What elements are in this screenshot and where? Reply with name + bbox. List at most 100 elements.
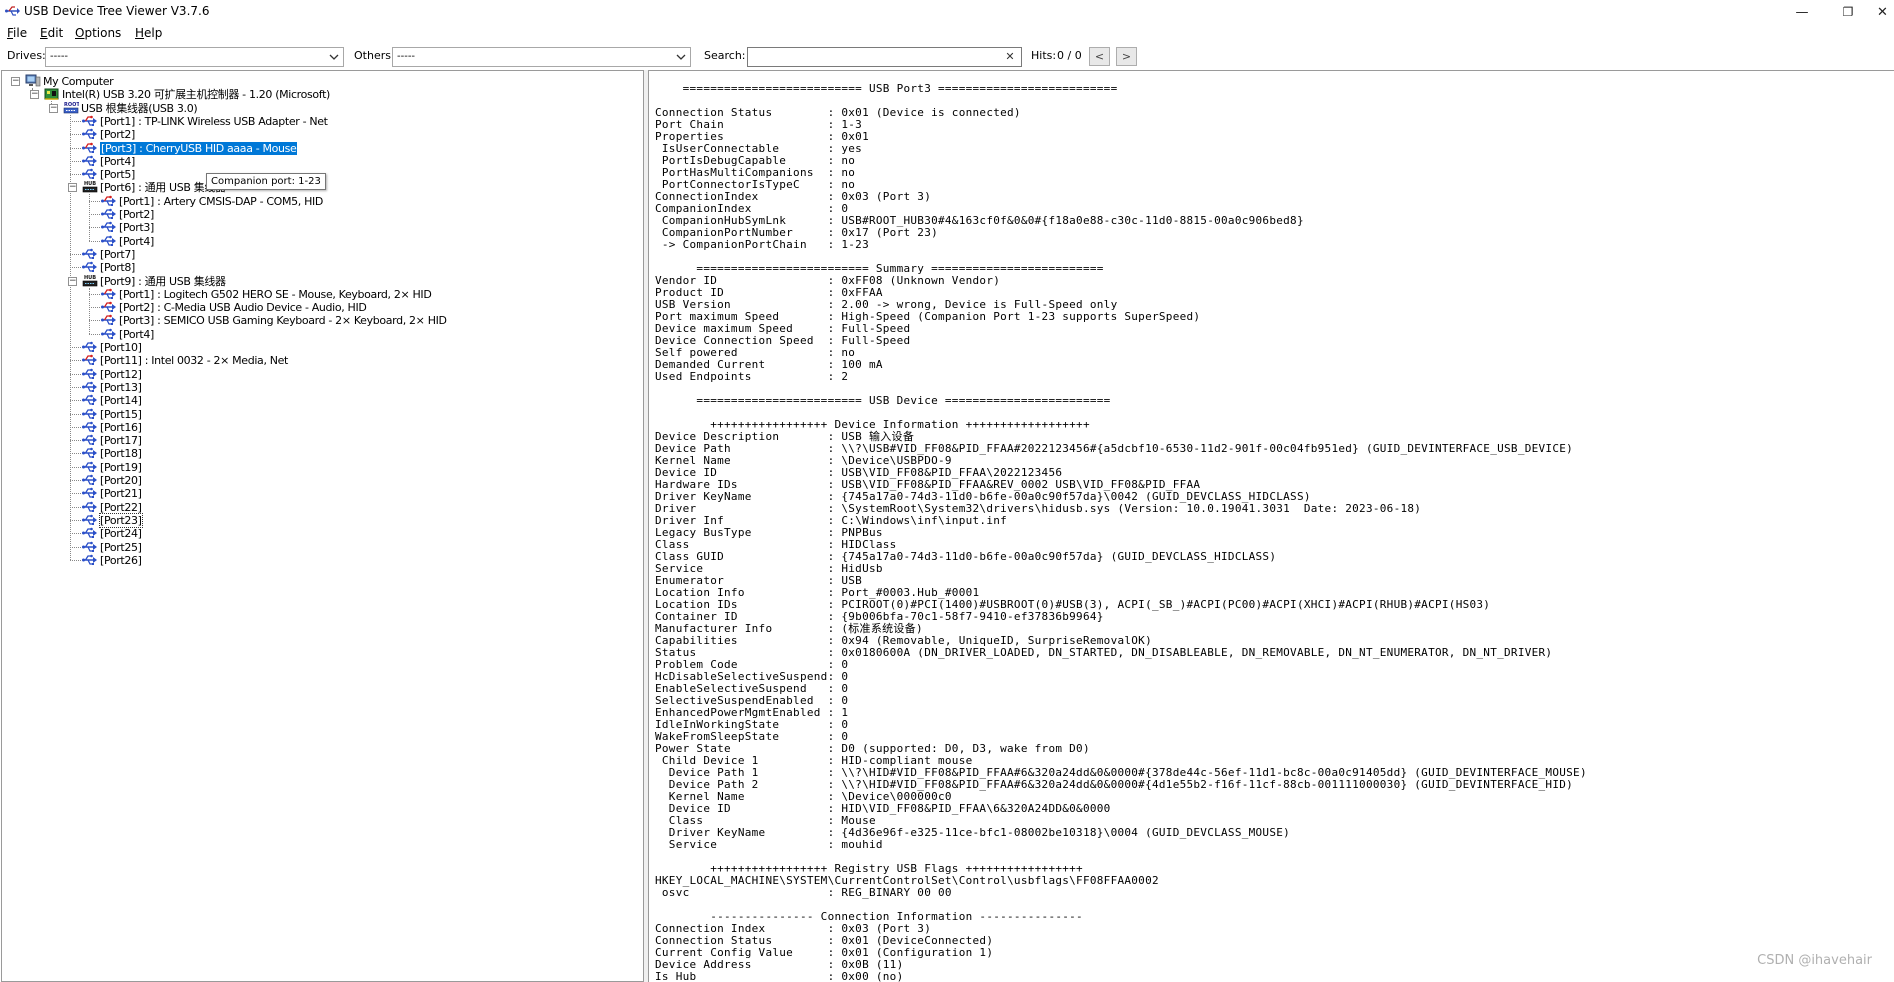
tree-node-label: [Port23] <box>99 512 143 528</box>
device-tree[interactable]: − My Computer − Intel(R) USB 3.20 可扩展主机控制器 … <box>1 70 644 982</box>
tree-node-label: [Port4] <box>100 154 135 168</box>
next-hit-button[interactable]: > <box>1116 47 1137 66</box>
menu-edit[interactable]: Edit <box>40 26 63 41</box>
tree-node[interactable]: [Port26] <box>2 553 642 568</box>
tree-node-label: [Port20] <box>100 474 142 487</box>
tree-node-label: [Port4] <box>119 327 154 341</box>
tree-node-label: [Port1] : TP-LINK Wireless USB Adapter -… <box>100 114 328 128</box>
tree-node-label: [Port15] <box>100 407 142 421</box>
watermark: CSDN @ihavehair <box>1757 953 1872 968</box>
hub-icon: HUB <box>82 180 98 194</box>
others-dropdown[interactable]: ----- <box>392 47 691 67</box>
tree-node-label: [Port12] <box>100 367 142 381</box>
close-icon: ✕ <box>1877 4 1888 20</box>
companion-port-tooltip: Companion port: 1-23 <box>206 173 326 190</box>
search-label: Search: <box>704 49 746 62</box>
collapse-toggle-icon[interactable]: − <box>30 90 39 100</box>
tree-node-label: [Port18] <box>100 447 142 461</box>
tree-node-label: My Computer <box>43 75 114 88</box>
usb-port-icon <box>82 446 98 460</box>
collapse-toggle-icon[interactable]: − <box>11 77 20 86</box>
tree-node-label: [Port1] : Artery CMSIS-DAP - COM5, HID <box>119 194 323 208</box>
tree-node-label: [Port24] <box>100 527 142 541</box>
collapse-toggle-icon[interactable]: − <box>49 103 58 113</box>
svg-text:ROOT: ROOT <box>64 102 79 108</box>
minimize-button[interactable]: — <box>1779 0 1825 24</box>
root-hub-icon: ROOT <box>63 101 80 115</box>
tree-node-label: [Port13] <box>100 380 142 394</box>
tree-node-label: [Port22] <box>100 500 142 514</box>
detail-line: ======================== USB Device ====… <box>655 394 1111 407</box>
tree-node-label: [Port5] <box>100 168 135 182</box>
usb-device-icon <box>82 141 98 155</box>
clear-search-icon[interactable]: ✕ <box>1003 49 1017 63</box>
tree-node-label: [Port25] <box>100 540 142 554</box>
hits-label: Hits: <box>1031 49 1057 62</box>
usb-device-icon <box>82 353 98 367</box>
usb-port-icon <box>82 526 98 540</box>
detail-line: Used Endpoints : 2 <box>655 370 849 383</box>
close-button[interactable]: ✕ <box>1871 0 1894 24</box>
tree-node-label: [Port2] <box>100 128 135 142</box>
usb-port-icon <box>82 553 98 567</box>
title-bar: USB Device Tree Viewer V3.7.6 — ❐ ✕ <box>0 0 1894 24</box>
maximize-icon: ❐ <box>1842 5 1854 19</box>
usb-device-icon <box>101 313 117 327</box>
tree-node-label: [Port14] <box>100 394 142 408</box>
tree-node-label: [Port7] <box>100 247 135 261</box>
computer-icon <box>25 74 41 88</box>
usb-port-icon <box>82 460 98 474</box>
host-controller-icon <box>44 87 60 101</box>
detail-line: ========================== USB Port3 ===… <box>655 82 1118 95</box>
arrow-right-icon: > <box>1121 50 1132 63</box>
tree-node-label: [Port3] : SEMICO USB Gaming Keyboard - 2… <box>119 314 447 328</box>
menu-help[interactable]: Help <box>135 26 162 41</box>
usb-port-icon <box>82 380 98 394</box>
usb-port-icon <box>82 167 98 181</box>
usb-port-icon <box>101 327 117 341</box>
usb-port-icon <box>82 473 98 487</box>
usb-port-icon <box>82 127 98 141</box>
menu-file[interactable]: File <box>7 26 27 41</box>
menu-options[interactable]: Options <box>75 26 121 41</box>
usb-device-icon <box>101 300 117 314</box>
previous-hit-button[interactable]: < <box>1089 47 1110 66</box>
tree-node-label: [Port17] <box>100 434 142 448</box>
usb-port-icon <box>82 154 98 168</box>
usb-port-icon <box>82 407 98 421</box>
others-value: ----- <box>397 51 416 62</box>
tree-node-label: [Port1] : Logitech G502 HERO SE - Mouse,… <box>119 287 432 301</box>
maximize-button[interactable]: ❐ <box>1825 0 1871 24</box>
tree-node-label: [Port21] <box>100 487 142 501</box>
drives-dropdown[interactable]: ----- <box>45 47 344 67</box>
hits-value: 0 / 0 <box>1057 49 1082 62</box>
usb-port-icon <box>82 247 98 261</box>
usb-port-icon <box>82 500 98 514</box>
search-input[interactable] <box>747 47 1022 67</box>
usb-port-icon <box>82 393 98 407</box>
usb-port-icon <box>82 433 98 447</box>
usb-port-icon <box>101 220 117 234</box>
tree-node-label: [Port16] <box>100 420 142 434</box>
detail-line: Service : mouhid <box>655 838 883 851</box>
collapse-toggle-icon[interactable]: − <box>68 183 77 193</box>
usb-port-icon <box>82 540 98 554</box>
tree-node-label: [Port26] <box>100 553 142 567</box>
tree-node-label: [Port19] <box>100 460 142 474</box>
others-label: Others: <box>354 49 395 62</box>
menu-bar: File Edit Options Help <box>0 24 1894 43</box>
chevron-down-icon <box>329 54 339 60</box>
tree-node-label: [Port11] : Intel 0032 - 2× Media, Net <box>100 354 288 368</box>
device-details-text: ========================== USB Port3 ===… <box>655 83 1587 982</box>
usb-port-icon <box>82 486 98 500</box>
tree-node-label: [Port3] : CherryUSB HID aaaa - Mouse <box>98 140 299 156</box>
minimize-icon: — <box>1795 4 1809 20</box>
usb-device-icon <box>82 114 98 128</box>
arrow-left-icon: < <box>1094 50 1105 63</box>
hub-icon: HUB <box>82 274 98 288</box>
collapse-toggle-icon[interactable]: − <box>68 276 77 286</box>
usb-device-icon <box>101 194 117 208</box>
device-details-panel[interactable]: ========================== USB Port3 ===… <box>648 70 1894 982</box>
usb-app-icon <box>5 6 20 16</box>
usb-device-icon <box>101 287 117 301</box>
